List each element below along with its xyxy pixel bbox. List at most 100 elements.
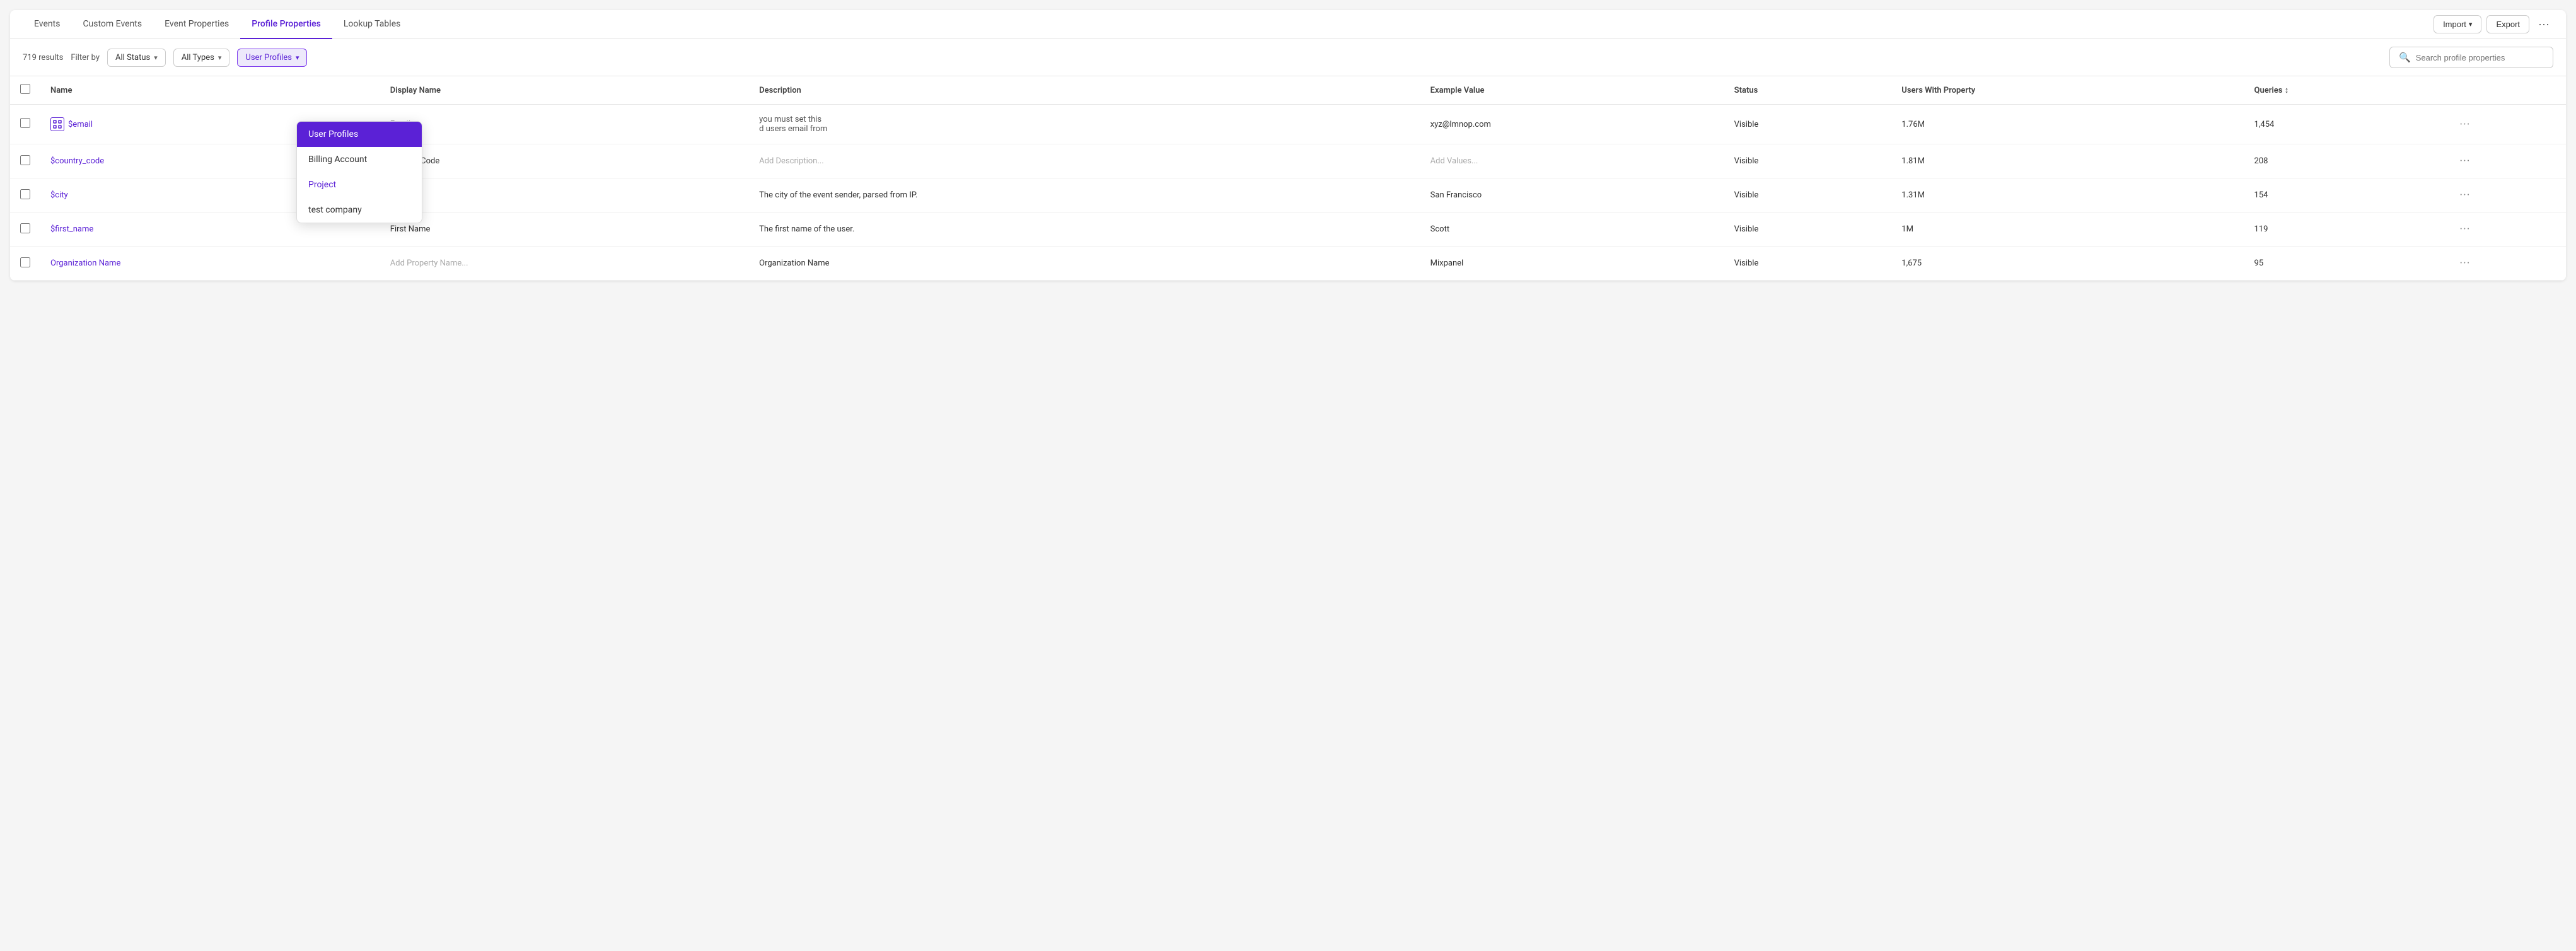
row-display-name: City	[380, 178, 749, 213]
tab-profile-properties[interactable]: Profile Properties	[240, 10, 332, 39]
header-name: Name	[40, 76, 380, 105]
row-description: The city of the event sender, parsed fro…	[749, 178, 1420, 213]
filter-by-label: Filter by	[71, 53, 100, 62]
row-actions-cell: ···	[2449, 247, 2566, 281]
header-users-with-property: Users With Property	[1891, 76, 2244, 105]
types-filter-dropdown[interactable]: All Types ▾	[173, 49, 230, 67]
row-name: Organization Name	[40, 247, 380, 281]
dropdown-item-project[interactable]: Project	[297, 172, 422, 197]
tab-custom-events[interactable]: Custom Events	[71, 10, 153, 39]
import-label: Import	[2443, 20, 2466, 29]
status-filter-label: All Status	[115, 53, 150, 62]
row-users-with-property: 1,675	[1891, 247, 2244, 281]
header-example-value: Example Value	[1420, 76, 1724, 105]
search-box[interactable]: 🔍	[2389, 47, 2553, 68]
tabs-right-actions: Import ▾ Export ···	[2434, 15, 2553, 33]
row-example-value: San Francisco	[1420, 178, 1724, 213]
row-description: Organization Name	[749, 247, 1420, 281]
row-queries: 95	[2244, 247, 2450, 281]
row-example-value: xyz@lmnop.com	[1420, 105, 1724, 144]
status-filter-dropdown[interactable]: All Status ▾	[107, 49, 166, 67]
dropdown-item-test-company[interactable]: test company	[297, 197, 422, 223]
header-status: Status	[1724, 76, 1892, 105]
row-check	[10, 144, 40, 178]
row-more-button[interactable]: ···	[2459, 257, 2470, 270]
row-actions-cell: ···	[2449, 213, 2566, 247]
row-queries: 1,454	[2244, 105, 2450, 144]
row-users-with-property: 1.81M	[1891, 144, 2244, 178]
row-check	[10, 105, 40, 144]
row-example-value: Scott	[1420, 213, 1724, 247]
row-description-placeholder: Add Description...	[749, 144, 1420, 178]
row-name-link[interactable]: $email	[68, 120, 93, 129]
row-checkbox[interactable]	[20, 118, 30, 128]
header-display-name: Display Name	[380, 76, 749, 105]
tab-lookup-tables[interactable]: Lookup Tables	[332, 10, 412, 39]
dropdown-item-label: Billing Account	[308, 155, 367, 165]
row-name-link[interactable]: Organization Name	[50, 259, 120, 268]
row-status: Visible	[1724, 144, 1892, 178]
import-chevron-icon: ▾	[2469, 20, 2473, 28]
row-description: you must set thisd users email from	[749, 105, 1420, 144]
row-example-value: Mixpanel	[1420, 247, 1724, 281]
tabs-bar: Events Custom Events Event Properties Pr…	[10, 10, 2566, 39]
row-name-link[interactable]: $country_code	[50, 156, 104, 166]
profiles-chevron-icon: ▾	[296, 54, 299, 62]
search-icon: 🔍	[2399, 52, 2411, 63]
header-queries[interactable]: Queries ↕	[2244, 76, 2450, 105]
row-check	[10, 178, 40, 213]
row-users-with-property: 1.76M	[1891, 105, 2244, 144]
profile-type-dropdown-menu: User Profiles Billing Account Project te…	[296, 121, 422, 223]
more-options-button[interactable]: ···	[2534, 15, 2553, 33]
row-check	[10, 247, 40, 281]
profiles-filter-dropdown[interactable]: User Profiles ▾	[237, 49, 307, 67]
dropdown-item-label: Project	[308, 180, 336, 190]
row-more-button[interactable]: ···	[2459, 155, 2470, 168]
header-actions	[2449, 76, 2566, 105]
results-count: 719 results	[23, 53, 63, 62]
select-all-checkbox[interactable]	[20, 84, 30, 94]
dropdown-item-label: test company	[308, 205, 362, 215]
filter-bar: 719 results Filter by All Status ▾ All T…	[10, 39, 2566, 76]
row-display-name: First Name	[380, 213, 749, 247]
dropdown-item-user-profiles[interactable]: User Profiles	[297, 122, 422, 147]
tab-events[interactable]: Events	[23, 10, 71, 39]
row-checkbox[interactable]	[20, 223, 30, 233]
status-chevron-icon: ▾	[154, 54, 158, 62]
row-display-name-placeholder: Add Property Name...	[380, 247, 749, 281]
row-users-with-property: 1.31M	[1891, 178, 2244, 213]
row-more-button[interactable]: ···	[2459, 118, 2470, 131]
row-actions-cell: ···	[2449, 144, 2566, 178]
header-description: Description	[749, 76, 1420, 105]
example-value-placeholder: Add Values...	[1430, 156, 1478, 166]
table-row: Organization Name Add Property Name... O…	[10, 247, 2566, 281]
row-checkbox[interactable]	[20, 155, 30, 165]
dropdown-item-label: User Profiles	[308, 129, 358, 139]
row-users-with-property: 1M	[1891, 213, 2244, 247]
row-status: Visible	[1724, 105, 1892, 144]
row-example-value-placeholder: Add Values...	[1420, 144, 1724, 178]
dropdown-item-billing-account[interactable]: Billing Account	[297, 147, 422, 172]
tab-event-properties[interactable]: Event Properties	[153, 10, 240, 39]
row-more-button[interactable]: ···	[2459, 189, 2470, 202]
row-status: Visible	[1724, 213, 1892, 247]
description-placeholder: Add Description...	[759, 156, 823, 166]
search-input[interactable]	[2416, 53, 2542, 62]
row-name-link[interactable]: $city	[50, 190, 68, 200]
row-actions-cell: ···	[2449, 178, 2566, 213]
row-name-link[interactable]: $first_name	[50, 225, 93, 234]
row-checkbox[interactable]	[20, 257, 30, 267]
row-queries: 119	[2244, 213, 2450, 247]
row-check	[10, 213, 40, 247]
row-display-name: Country Code	[380, 144, 749, 178]
row-more-button[interactable]: ···	[2459, 223, 2470, 236]
row-queries: 208	[2244, 144, 2450, 178]
row-checkbox[interactable]	[20, 189, 30, 199]
header-check	[10, 76, 40, 105]
import-button[interactable]: Import ▾	[2434, 15, 2481, 33]
export-button[interactable]: Export	[2486, 15, 2529, 33]
display-name-placeholder: Add Property Name...	[390, 259, 468, 268]
types-filter-label: All Types	[182, 53, 214, 62]
row-status: Visible	[1724, 178, 1892, 213]
row-actions-cell: ···	[2449, 105, 2566, 144]
